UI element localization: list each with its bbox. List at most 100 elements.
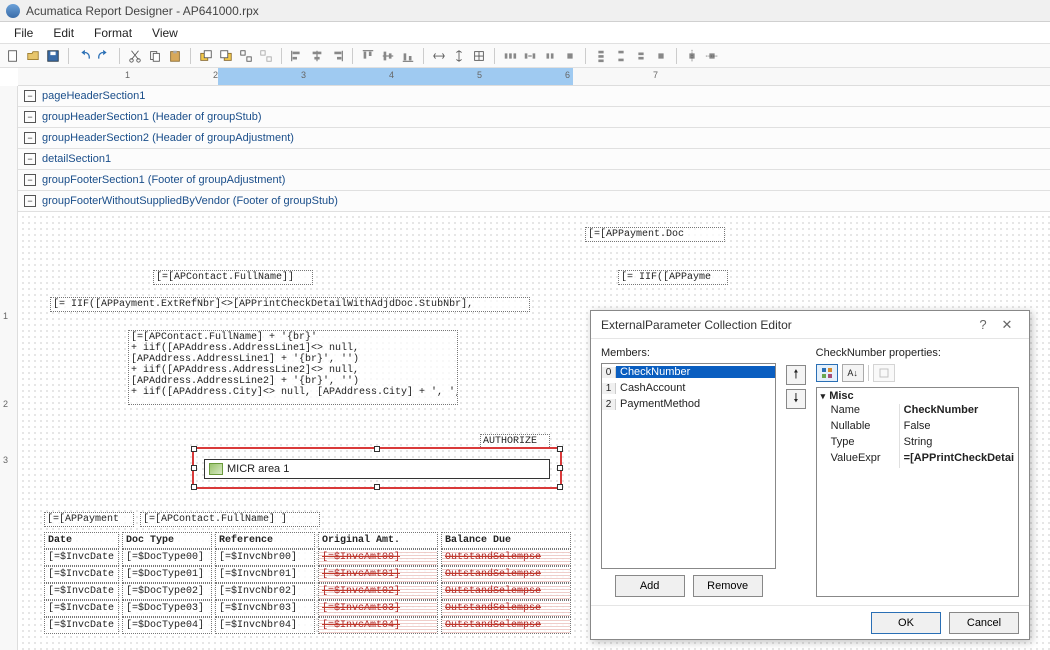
section-hdr[interactable]: −groupFooterSection1 (Footer of groupAdj… (18, 170, 1050, 191)
grid-header-cell[interactable]: Original Amt. (318, 532, 438, 549)
grid-cell[interactable]: OutstandSelempse (441, 566, 571, 583)
open-icon[interactable] (24, 47, 42, 65)
field-iif-appayme[interactable]: [= IIF([APPayme (618, 270, 728, 285)
menu-format[interactable]: Format (84, 24, 142, 42)
collapse-icon[interactable]: − (24, 195, 36, 207)
ungroup-icon[interactable] (257, 47, 275, 65)
members-listbox[interactable]: 0CheckNumber1CashAccount2PaymentMethod (601, 363, 776, 569)
grid-cell[interactable]: OutstandSelempse (441, 617, 571, 634)
vspace-inc-icon[interactable] (612, 47, 630, 65)
member-item[interactable]: 0CheckNumber (602, 364, 775, 380)
field-appayment-short[interactable]: [=[APPayment (44, 512, 134, 527)
grid-cell[interactable]: [=$InvcNbr02] (215, 583, 315, 600)
menu-file[interactable]: File (4, 24, 43, 42)
add-button[interactable]: Add (615, 575, 685, 597)
property-pages-icon[interactable] (873, 364, 895, 382)
section-hdr[interactable]: −detailSection1 (18, 149, 1050, 170)
grid-cell[interactable]: [=$InvcAmt02] (318, 583, 438, 600)
ruler-vertical[interactable]: 1 2 3 (0, 86, 18, 650)
save-icon[interactable] (44, 47, 62, 65)
grid-cell[interactable]: [=$InvcNbr01] (215, 566, 315, 583)
grid-cell[interactable]: [=$InvcNbr04] (215, 617, 315, 634)
grid-cell[interactable]: [=$InvcDate (44, 617, 119, 634)
hspace-dec-icon[interactable] (541, 47, 559, 65)
grid-cell[interactable]: [=$InvcNbr03] (215, 600, 315, 617)
grid-cell[interactable]: [=$DocType04] (122, 617, 212, 634)
same-height-icon[interactable] (450, 47, 468, 65)
redo-icon[interactable] (95, 47, 113, 65)
grid-header-cell[interactable]: Balance Due (441, 532, 571, 549)
ruler-horizontal[interactable]: 1 2 3 4 5 6 7 (18, 68, 1050, 86)
grid-cell[interactable]: [=$InvcAmt01] (318, 566, 438, 583)
grid-cell[interactable]: [=$DocType01] (122, 566, 212, 583)
new-icon[interactable] (4, 47, 22, 65)
member-item[interactable]: 1CashAccount (602, 380, 775, 396)
grid-cell[interactable]: [=$DocType00] (122, 549, 212, 566)
micr-selection[interactable]: MICR area 1 (192, 447, 562, 489)
grid-header-cell[interactable]: Doc Type (122, 532, 212, 549)
field-apcontact[interactable]: [=[APContact.FullName]] (153, 270, 313, 285)
grid-cell[interactable]: [=$DocType02] (122, 583, 212, 600)
remove-button[interactable]: Remove (693, 575, 763, 597)
grid-cell[interactable]: [=$InvcDate (44, 600, 119, 617)
center-h-icon[interactable] (683, 47, 701, 65)
grid-header-cell[interactable]: Reference (215, 532, 315, 549)
grid-cell[interactable]: [=$DocType03] (122, 600, 212, 617)
section-hdr[interactable]: −groupHeaderSection1 (Header of groupStu… (18, 107, 1050, 128)
grid-cell[interactable]: [=$InvcNbr00] (215, 549, 315, 566)
menu-edit[interactable]: Edit (43, 24, 84, 42)
propgrid-row[interactable]: TypeString (817, 436, 1018, 452)
collapse-icon[interactable]: − (24, 153, 36, 165)
vspace-dec-icon[interactable] (632, 47, 650, 65)
close-icon[interactable]: ✕ (995, 315, 1019, 335)
propgrid-row[interactable]: NameCheckNumber (817, 404, 1018, 420)
field-iif-long[interactable]: [= IIF([APPayment.ExtRefNbr]<>[APPrintCh… (50, 297, 530, 312)
grid-cell[interactable]: OutstandSelempse (441, 600, 571, 617)
grid-cell[interactable]: [=$InvcAmt04] (318, 617, 438, 634)
section-hdr[interactable]: −pageHeaderSection1 (18, 86, 1050, 107)
ok-button[interactable]: OK (871, 612, 941, 634)
categorized-icon[interactable] (816, 364, 838, 382)
align-left-icon[interactable] (288, 47, 306, 65)
move-down-icon[interactable]: 🠗 (786, 389, 806, 409)
field-appayment-doc[interactable]: [=[APPayment.Doc (585, 227, 725, 242)
bring-front-icon[interactable] (197, 47, 215, 65)
align-right-icon[interactable] (328, 47, 346, 65)
vspace-equal-icon[interactable] (592, 47, 610, 65)
external-parameter-dialog[interactable]: ExternalParameter Collection Editor ? ✕ … (590, 310, 1030, 640)
help-icon[interactable]: ? (971, 315, 995, 335)
section-hdr[interactable]: −groupHeaderSection2 (Header of groupAdj… (18, 128, 1050, 149)
same-size-icon[interactable] (470, 47, 488, 65)
dialog-titlebar[interactable]: ExternalParameter Collection Editor ? ✕ (591, 311, 1029, 339)
grid-cell[interactable]: OutstandSelempse (441, 549, 571, 566)
align-top-icon[interactable] (359, 47, 377, 65)
vspace-rem-icon[interactable] (652, 47, 670, 65)
hspace-inc-icon[interactable] (521, 47, 539, 65)
grid-cell[interactable]: [=$InvcAmt03] (318, 600, 438, 617)
collapse-icon[interactable]: − (24, 174, 36, 186)
align-bottom-icon[interactable] (399, 47, 417, 65)
micr-field[interactable]: MICR area 1 (204, 459, 550, 479)
group-icon[interactable] (237, 47, 255, 65)
propgrid-row[interactable]: NullableFalse (817, 420, 1018, 436)
collapse-icon[interactable]: − (24, 90, 36, 102)
send-back-icon[interactable] (217, 47, 235, 65)
field-apcontact2[interactable]: [=[APContact.FullName] ] (140, 512, 320, 527)
cut-icon[interactable] (126, 47, 144, 65)
undo-icon[interactable] (75, 47, 93, 65)
property-grid[interactable]: ▾Misc NameCheckNumberNullableFalseTypeSt… (816, 387, 1019, 597)
menu-view[interactable]: View (142, 24, 188, 42)
copy-icon[interactable] (146, 47, 164, 65)
alphabetical-icon[interactable]: A↓ (842, 364, 864, 382)
section-hdr[interactable]: −groupFooterWithoutSuppliedByVendor (Foo… (18, 191, 1050, 212)
grid-cell[interactable]: [=$InvcDate (44, 566, 119, 583)
grid-cell[interactable]: [=$InvcDate (44, 583, 119, 600)
align-center-icon[interactable] (308, 47, 326, 65)
propgrid-category[interactable]: ▾Misc (817, 388, 1018, 404)
grid-cell[interactable]: [=$InvcDate (44, 549, 119, 566)
field-address-block[interactable]: [=[APContact.FullName] + '{br}' + iif([A… (128, 330, 458, 405)
center-v-icon[interactable] (703, 47, 721, 65)
collapse-icon[interactable]: − (24, 132, 36, 144)
propgrid-row[interactable]: ValueExpr=[APPrintCheckDetai (817, 452, 1018, 468)
align-middle-icon[interactable] (379, 47, 397, 65)
